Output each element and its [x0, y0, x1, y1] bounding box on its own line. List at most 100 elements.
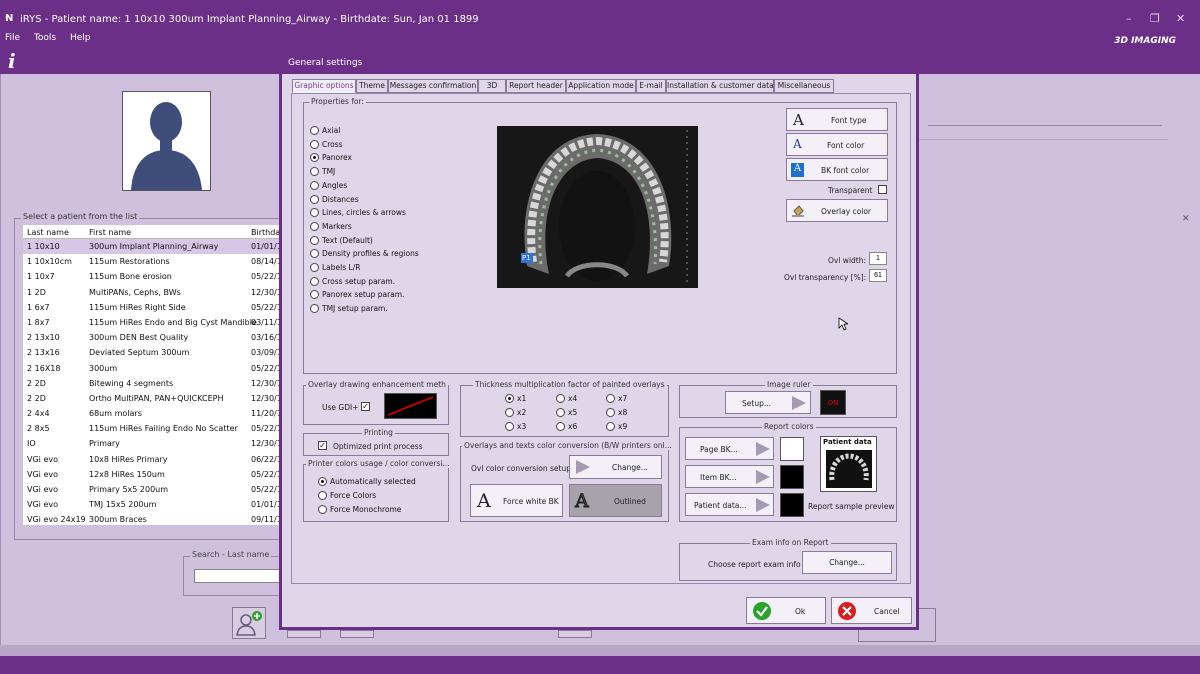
radio-x4[interactable]: x4	[556, 394, 577, 403]
transparent-checkbox[interactable]	[878, 185, 887, 194]
property-radio[interactable]: Axial	[310, 126, 340, 135]
report-sample-preview[interactable]: Patient data	[820, 436, 877, 492]
radio-x3[interactable]: x3	[505, 422, 526, 431]
font-type-button[interactable]: A Font type	[786, 108, 888, 131]
item-bk-button[interactable]: Item BK...	[685, 465, 774, 488]
table-row[interactable]: 1 6x7 115um HiRes Right Side 05/22/1	[23, 300, 285, 315]
panel-close-icon[interactable]: ✕	[1182, 214, 1190, 224]
printer-colors-legend: Printer colors usage / color conversi...	[306, 459, 452, 468]
radio-x9[interactable]: x9	[606, 422, 627, 431]
search-input[interactable]	[194, 569, 286, 583]
radio-auto-selected[interactable]: Automatically selected	[318, 477, 416, 486]
toolbar-ghost-button[interactable]	[558, 630, 592, 638]
menu-help[interactable]: Help	[70, 33, 91, 43]
table-row[interactable]: 1 8x7 115um HiRes Endo and Big Cyst Mandi…	[23, 315, 285, 330]
table-row[interactable]: 1 10x7 115um Bone erosion 05/22/1	[23, 269, 285, 284]
ruler-on-indicator[interactable]: ON	[820, 390, 846, 415]
radio-force-monochrome[interactable]: Force Monochrome	[318, 505, 401, 514]
page-bk-button[interactable]: Page BK...	[685, 437, 774, 460]
property-radio[interactable]: Distances	[310, 194, 359, 204]
ruler-setup-button[interactable]: Setup...	[725, 391, 811, 414]
property-radio[interactable]: TMJ	[310, 167, 335, 177]
menu-tools[interactable]: Tools	[34, 33, 56, 43]
table-row[interactable]: VGi evo 24x19 300um Braces 09/11/1	[23, 512, 285, 525]
property-radio[interactable]: Angles	[310, 180, 347, 190]
property-radio[interactable]: Text (Default)	[310, 235, 373, 245]
bk-font-color-button[interactable]: A BK font color	[786, 158, 888, 181]
font-color-button[interactable]: A Font color	[786, 133, 888, 156]
column-last-name[interactable]: Last name	[27, 228, 69, 237]
ovl-width-input[interactable]	[869, 252, 887, 265]
table-row[interactable]: VGi evo Primary 5x5 200um 05/22/1	[23, 482, 285, 497]
radio-x7[interactable]: x7	[606, 394, 627, 403]
outlined-button[interactable]: A Outlined	[569, 484, 662, 517]
table-row[interactable]: IO Primary 12/30/1	[23, 436, 285, 451]
table-row[interactable]: 2 16X18 300um 05/22/1	[23, 361, 285, 376]
table-row[interactable]: 2 2D Ortho MultiPAN, PAN+QUICKCEPH 12/30/1	[23, 391, 285, 406]
tab-application-mode[interactable]: Application mode	[566, 79, 636, 93]
ovl-conversion-change-button[interactable]: Change...	[569, 455, 662, 479]
exam-info-change-button[interactable]: Change...	[802, 551, 892, 574]
patient-table[interactable]: Last name First name Birthdate 1 10x10 30…	[23, 225, 285, 525]
table-row[interactable]: 1 10x10 300um Implant Planning_Airway 01/0…	[23, 239, 285, 255]
tab-miscellaneous[interactable]: Miscellaneous	[774, 79, 834, 93]
tab-3d[interactable]: 3D	[478, 79, 506, 93]
table-row[interactable]: 2 13x16 Deviated Septum 300um 03/09/1	[23, 345, 285, 360]
tab-graphic-options[interactable]: Graphic options	[292, 79, 356, 93]
cancel-button[interactable]: Cancel	[831, 597, 912, 624]
toolbar-ghost-button[interactable]	[340, 630, 374, 638]
radio-x5[interactable]: x5	[556, 408, 577, 417]
page-bk-swatch[interactable]	[780, 437, 804, 461]
ovl-transparency-input[interactable]	[869, 269, 887, 282]
info-icon[interactable]: i	[8, 49, 16, 73]
tab-messages-confirmation[interactable]: Messages confirmation	[388, 79, 478, 93]
overlay-color-button[interactable]: Overlay color	[786, 199, 888, 222]
add-patient-button[interactable]	[232, 607, 266, 639]
tab-email[interactable]: E-mail	[636, 79, 666, 93]
item-bk-swatch[interactable]	[780, 465, 804, 489]
property-radio[interactable]: Markers	[310, 221, 352, 231]
menu-file[interactable]: File	[5, 33, 20, 43]
cancel-x-icon	[838, 602, 856, 620]
arrow-right-icon	[756, 498, 770, 512]
toolbar-ghost-button[interactable]	[287, 630, 321, 638]
column-first-name[interactable]: First name	[89, 228, 131, 237]
radio-x8[interactable]: x8	[606, 408, 627, 417]
table-row[interactable]: 1 10x10cm 115um Restorations 08/14/1	[23, 254, 285, 269]
tab-theme[interactable]: Theme	[356, 79, 388, 93]
radio-x2[interactable]: x2	[505, 408, 526, 417]
tab-installation[interactable]: Installation & customer data	[666, 79, 774, 93]
table-row[interactable]: 1 2D MultiPANs, Cephs, BWs 12/30/1	[23, 285, 285, 300]
force-white-bk-button[interactable]: A Force white BK	[470, 484, 563, 517]
restore-icon[interactable]: ❐	[1150, 12, 1160, 25]
ok-button[interactable]: Ok	[746, 597, 826, 624]
table-row[interactable]: 2 2D Bitewing 4 segments 12/30/1	[23, 376, 285, 391]
table-row[interactable]: VGi evo 10x8 HiRes Primary 06/22/1	[23, 452, 285, 467]
table-row[interactable]: 2 8x5 115um HiRes Failing Endo No Scatter…	[23, 421, 285, 436]
patient-data-button[interactable]: Patient data...	[685, 493, 774, 516]
radio-label: x4	[568, 394, 578, 403]
property-radio[interactable]: Lines, circles & arrows	[310, 208, 406, 218]
radio-x1[interactable]: x1	[505, 394, 526, 403]
property-radio[interactable]: Panorex	[310, 153, 352, 163]
tab-report-header[interactable]: Report header	[506, 79, 566, 93]
setup-label: Setup...	[742, 399, 771, 408]
radio-force-colors[interactable]: Force Colors	[318, 491, 376, 500]
property-radio[interactable]: TMJ setup param.	[310, 304, 388, 314]
property-radio[interactable]: Panorex setup param.	[310, 290, 404, 300]
property-radio[interactable]: Density profiles & regions	[310, 249, 419, 259]
use-gdi-checkbox[interactable]: ✓	[361, 402, 370, 411]
table-row[interactable]: 2 13x10 300um DEN Best Quality 03/16/1	[23, 330, 285, 345]
optimized-print-checkbox[interactable]: ✓	[318, 441, 327, 450]
close-icon[interactable]: ✕	[1176, 12, 1185, 25]
radio-x6[interactable]: x6	[556, 422, 577, 431]
table-row[interactable]: 2 4x4 68um molars 11/20/1	[23, 406, 285, 421]
minimize-icon[interactable]: –	[1126, 12, 1132, 25]
table-row[interactable]: VGi evo 12x8 HiRes 150um 05/22/1	[23, 467, 285, 482]
property-radio[interactable]: Labels L/R	[310, 263, 360, 272]
optimized-print-label: Optimized print process	[333, 442, 423, 451]
property-radio[interactable]: Cross setup param.	[310, 276, 395, 286]
property-radio[interactable]: Cross	[310, 139, 343, 149]
patient-data-swatch[interactable]	[780, 493, 804, 517]
table-row[interactable]: VGi evo TMJ 15x5 200um 01/01/1	[23, 497, 285, 512]
